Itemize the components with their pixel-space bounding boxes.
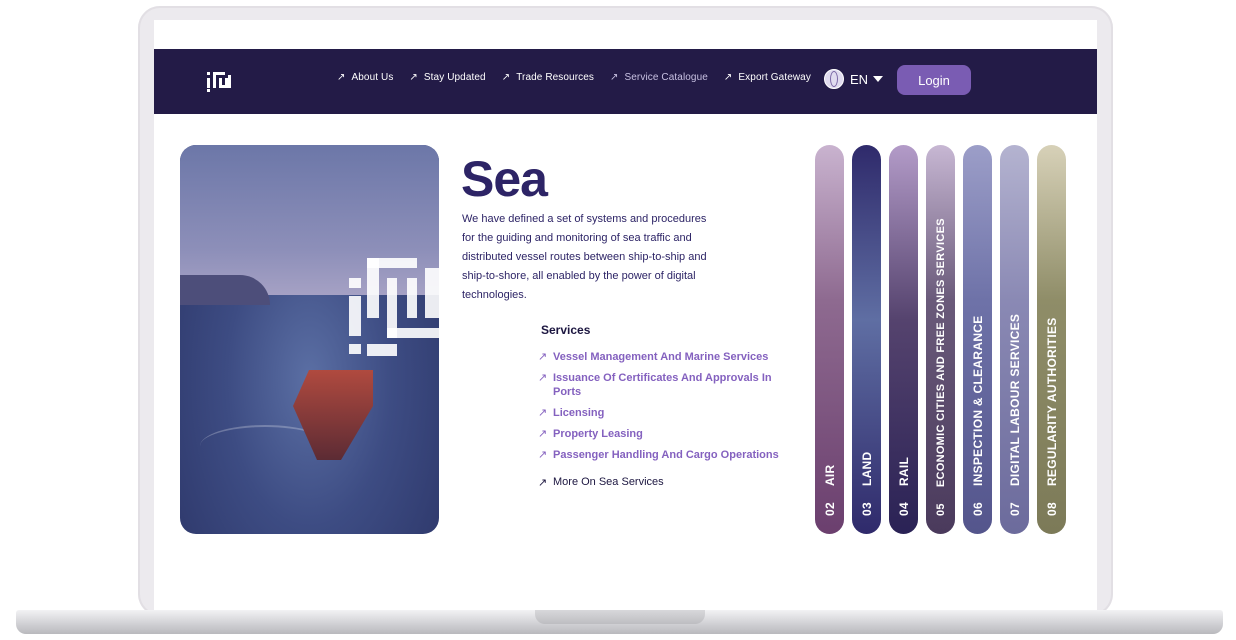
tab-number: 02 [822,502,837,516]
tab-rail[interactable]: 04 RAIL [889,145,918,534]
page-title: Sea [461,151,548,207]
nav-label: Export Gateway [738,72,811,83]
description: We have defined a set of systems and pro… [462,213,707,301]
tab-economic-cities[interactable]: 05 ECONOMIC CITIES AND FREE ZONES SERVICE… [926,145,955,534]
nav-label: Trade Resources [516,72,595,83]
tab-label: DIGITAL LABOUR SERVICES [1007,313,1022,487]
language-selector[interactable]: EN [824,69,884,89]
list-item[interactable]: ↗ Licensing [538,406,788,420]
tab-number: 03 [859,502,874,516]
tab-label: RAIL [896,456,911,487]
tab-number: 08 [1044,502,1059,516]
nav-label: Stay Updated [423,72,486,83]
nav-about-us[interactable]: ↗ About Us [337,72,393,83]
laptop-notch [535,610,705,624]
screen: ↗ About Us ↗ Stay Updated ↗ Trade Resources… [154,20,1097,610]
list-item[interactable]: ↗ Property Leasing [538,427,788,441]
arrow-up-right-icon: ↗ [723,72,733,83]
service-link[interactable]: Passenger Handling And Cargo Operations [553,448,779,462]
hero-image-ship [180,145,439,534]
nav-export-gateway[interactable]: ↗ Export Gateway [724,72,811,83]
tab-label: AIR [822,464,837,487]
nav-trade-resources[interactable]: ↗ Trade Resources [502,72,594,83]
login-button[interactable]: Login [897,65,971,95]
nav-service-catalogue[interactable]: ↗ Service Catalogue [610,72,708,83]
service-link[interactable]: Issuance Of Certificates And Approvals I… [553,371,788,399]
top-navbar: ↗ About Us ↗ Stay Updated ↗ Trade Resources… [154,49,1097,114]
arrow-up-right-icon: ↗ [610,72,619,83]
list-item[interactable]: ↗ Issuance Of Certificates And Approvals … [538,371,788,399]
nav-stay-updated[interactable]: ↗ Stay Updated [409,72,485,83]
list-item[interactable]: ↗ Passenger Handling And Cargo Operations [538,448,788,462]
service-link[interactable]: Vessel Management And Marine Services [553,350,768,364]
service-link[interactable]: Property Leasing [553,427,643,441]
tab-number: 05 [934,503,947,516]
arrow-up-right-icon: ↗ [538,449,548,461]
arrow-up-right-icon: ↗ [409,72,418,83]
services-heading: Services [541,323,591,337]
arrow-up-right-icon: ↗ [538,372,548,384]
tab-number: 07 [1007,502,1022,516]
tab-land[interactable]: 03 LAND [852,145,881,534]
nav-label: About Us [351,72,394,83]
tab-label: INSPECTION & CLEARANCE [970,315,985,487]
logo-icon[interactable] [205,69,233,93]
services-list: ↗ Vessel Management And Marine Services ↗… [538,350,788,469]
arrow-up-right-icon: ↗ [538,428,548,440]
tab-regularity-authorities[interactable]: 08 REGULARITY AUTHORITIES [1037,145,1066,534]
tab-digital-labour[interactable]: 07 DIGITAL LABOUR SERVICES [1000,145,1029,534]
tab-label: LAND [859,451,874,487]
tab-air[interactable]: 02 AIR [815,145,844,534]
tab-label: ECONOMIC CITIES AND FREE ZONES SERVICES [934,218,947,488]
arrow-up-right-icon: ↗ [538,351,548,363]
nav-label: Service Catalogue [624,72,708,83]
arrow-up-right-icon: ↗ [538,477,548,489]
tab-number: 04 [896,502,911,516]
caret-down-icon [873,76,884,82]
nav-links: ↗ About Us ↗ Stay Updated ↗ Trade Resources… [337,72,827,83]
list-item[interactable]: ↗ Vessel Management And Marine Services [538,350,788,364]
service-link[interactable]: Licensing [553,406,604,420]
more-label: More On Sea Services [553,476,664,488]
globe-icon [824,69,844,89]
arrow-up-right-icon: ↗ [337,72,346,83]
tab-label: REGULARITY AUTHORITIES [1044,317,1059,487]
tab-inspection[interactable]: 06 INSPECTION & CLEARANCE [963,145,992,534]
logo-pattern-overlay [349,258,439,368]
tab-number: 06 [970,502,985,516]
language-label: EN [850,71,869,87]
arrow-up-right-icon: ↗ [538,407,548,419]
arrow-up-right-icon: ↗ [501,72,511,83]
more-services-link[interactable]: ↗ More On Sea Services [538,476,664,489]
